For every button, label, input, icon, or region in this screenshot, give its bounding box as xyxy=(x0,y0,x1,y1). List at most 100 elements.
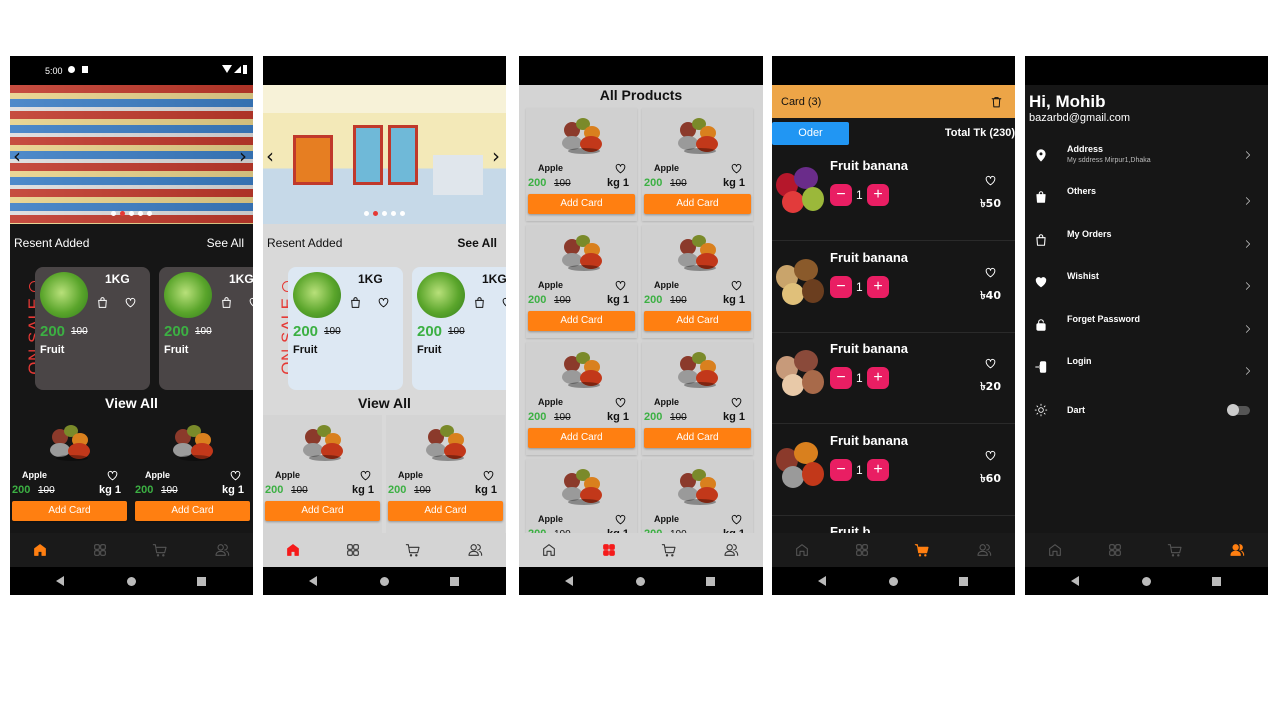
product-card[interactable]: Apple 200 100 kg 1 Add Card xyxy=(386,415,505,533)
wishlist-button[interactable] xyxy=(730,513,743,526)
see-all-link[interactable]: See All xyxy=(207,236,244,250)
banner-next-button[interactable]: › xyxy=(492,144,500,168)
product-card[interactable]: Apple 200 100 kg 1 Add Card xyxy=(642,108,753,221)
decrease-qty-button[interactable]: − xyxy=(830,367,852,389)
add-to-bag-button[interactable] xyxy=(96,296,109,309)
back-button[interactable] xyxy=(565,576,573,586)
add-to-cart-button[interactable]: Add Card xyxy=(644,428,751,448)
add-to-bag-button[interactable] xyxy=(220,296,233,309)
sale-product-card[interactable]: 1KG 200 100 Fruit xyxy=(159,267,253,390)
order-button[interactable]: Oder xyxy=(772,122,849,145)
banner-next-button[interactable]: › xyxy=(239,144,247,168)
nav-profile[interactable] xyxy=(976,542,992,558)
menu-item-address[interactable]: Address My sddress Mirpur1,Dhaka xyxy=(1025,136,1268,176)
nav-cart[interactable] xyxy=(914,542,930,558)
sale-product-card[interactable]: 1KG 200 100 Fruit xyxy=(35,267,150,390)
add-to-cart-button[interactable]: Add Card xyxy=(265,501,380,521)
recents-button[interactable] xyxy=(1212,577,1221,586)
product-card[interactable]: Apple 200 100 kg 1 Add Card xyxy=(642,225,753,338)
wishlist-button[interactable] xyxy=(730,279,743,292)
view-all-button[interactable]: View All xyxy=(263,395,506,411)
nav-profile[interactable] xyxy=(467,542,483,558)
wishlist-button[interactable] xyxy=(248,296,253,309)
wishlist-button[interactable] xyxy=(984,357,997,370)
nav-profile[interactable] xyxy=(723,542,739,558)
nav-home[interactable] xyxy=(1047,542,1063,558)
add-to-cart-button[interactable]: Add Card xyxy=(388,501,503,521)
wishlist-button[interactable] xyxy=(984,449,997,462)
see-all-link[interactable]: See All xyxy=(457,236,497,250)
nav-categories[interactable] xyxy=(345,542,361,558)
menu-item-forget-password[interactable]: Forget Password xyxy=(1025,306,1268,346)
recents-button[interactable] xyxy=(959,577,968,586)
increase-qty-button[interactable]: + xyxy=(867,184,889,206)
product-card[interactable]: Apple 200 100 kg 1 Add Card xyxy=(642,342,753,455)
back-button[interactable] xyxy=(1071,576,1079,586)
add-to-bag-button[interactable] xyxy=(349,296,362,309)
back-button[interactable] xyxy=(56,576,64,586)
nav-categories[interactable] xyxy=(601,542,617,558)
add-to-cart-button[interactable]: Add Card xyxy=(528,194,635,214)
menu-item-wishist[interactable]: Wishist xyxy=(1025,263,1268,303)
product-card[interactable]: Apple 200 100 kg 1 Add Card xyxy=(526,342,637,455)
increase-qty-button[interactable]: + xyxy=(867,367,889,389)
increase-qty-button[interactable]: + xyxy=(867,275,889,298)
wishlist-button[interactable] xyxy=(482,469,495,482)
recents-button[interactable] xyxy=(706,577,715,586)
decrease-qty-button[interactable]: − xyxy=(830,458,852,481)
back-button[interactable] xyxy=(309,576,317,586)
wishlist-button[interactable] xyxy=(501,296,506,309)
add-to-cart-button[interactable]: Add Card xyxy=(528,428,635,448)
recents-button[interactable] xyxy=(197,577,206,586)
wishlist-button[interactable] xyxy=(106,469,119,482)
banner-prev-button[interactable]: ‹ xyxy=(266,144,274,168)
menu-item-my-orders[interactable]: My Orders xyxy=(1025,221,1268,261)
dark-mode-toggle[interactable] xyxy=(1227,404,1250,416)
nav-profile[interactable] xyxy=(214,542,230,558)
nav-home[interactable] xyxy=(32,542,48,558)
home-button[interactable] xyxy=(1142,577,1151,586)
nav-home[interactable] xyxy=(541,542,557,558)
wishlist-button[interactable] xyxy=(124,296,137,309)
nav-home[interactable] xyxy=(285,542,301,558)
nav-categories[interactable] xyxy=(854,542,870,558)
home-button[interactable] xyxy=(889,577,898,586)
wishlist-button[interactable] xyxy=(614,279,627,292)
increase-qty-button[interactable]: + xyxy=(867,458,889,481)
menu-item-others[interactable]: Others xyxy=(1025,178,1268,218)
decrease-qty-button[interactable]: − xyxy=(830,184,852,206)
wishlist-button[interactable] xyxy=(614,162,627,175)
wishlist-button[interactable] xyxy=(229,469,242,482)
back-button[interactable] xyxy=(818,576,826,586)
wishlist-button[interactable] xyxy=(614,513,627,526)
sale-product-card[interactable]: 1KG 200 100 Fruit xyxy=(288,267,403,390)
home-button[interactable] xyxy=(380,577,389,586)
wishlist-button[interactable] xyxy=(984,174,997,187)
menu-item-login[interactable]: Login xyxy=(1025,348,1268,388)
product-card[interactable]: Apple 200 100 kg 1 Add Card xyxy=(526,225,637,338)
product-card[interactable]: Apple 200 100 kg 1 Add Card xyxy=(10,415,129,533)
home-button[interactable] xyxy=(636,577,645,586)
wishlist-button[interactable] xyxy=(730,162,743,175)
recents-button[interactable] xyxy=(450,577,459,586)
wishlist-button[interactable] xyxy=(359,469,372,482)
promo-banner[interactable] xyxy=(10,85,253,224)
sale-product-card[interactable]: 1KG 200 100 Fruit xyxy=(412,267,506,390)
banner-prev-button[interactable]: ‹ xyxy=(13,144,21,168)
nav-home[interactable] xyxy=(794,542,810,558)
home-button[interactable] xyxy=(127,577,136,586)
nav-profile[interactable] xyxy=(1229,542,1245,558)
add-to-cart-button[interactable]: Add Card xyxy=(135,501,250,521)
add-to-cart-button[interactable]: Add Card xyxy=(12,501,127,521)
nav-cart[interactable] xyxy=(661,542,677,558)
add-to-cart-button[interactable]: Add Card xyxy=(644,194,751,214)
add-to-bag-button[interactable] xyxy=(473,296,486,309)
nav-categories[interactable] xyxy=(92,542,108,558)
wishlist-button[interactable] xyxy=(730,396,743,409)
nav-categories[interactable] xyxy=(1107,542,1123,558)
add-to-cart-button[interactable]: Add Card xyxy=(528,311,635,331)
product-card[interactable]: Apple 200 100 kg 1 Add Card xyxy=(526,108,637,221)
nav-cart[interactable] xyxy=(152,542,168,558)
clear-cart-button[interactable] xyxy=(990,95,1003,109)
nav-cart[interactable] xyxy=(1167,542,1183,558)
